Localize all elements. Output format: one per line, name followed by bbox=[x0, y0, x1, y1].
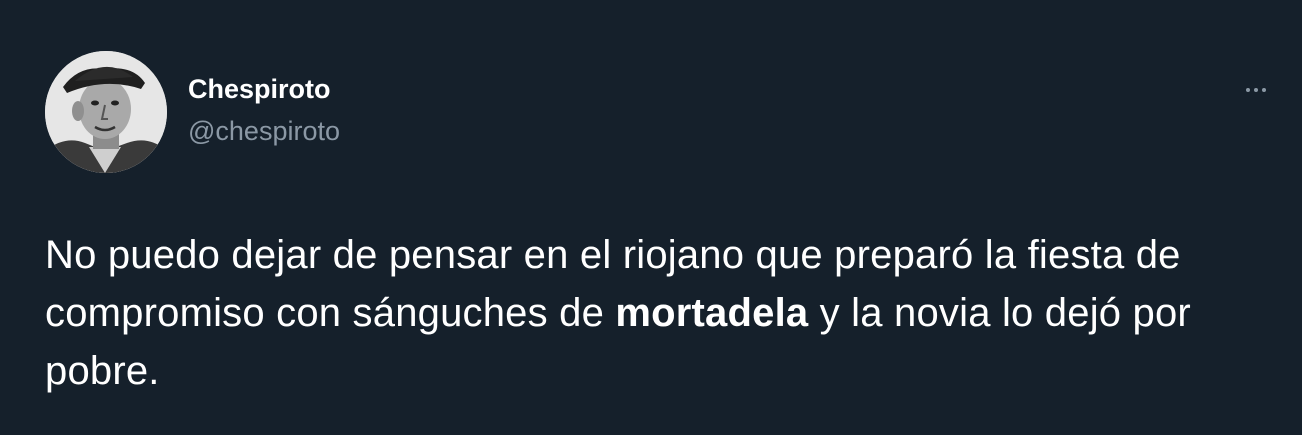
tweet-text: No puedo dejar de pensar en el riojano q… bbox=[45, 226, 1285, 400]
more-options-button[interactable] bbox=[1238, 78, 1274, 102]
tweet-card: Chespiroto @chespiroto No puedo dejar de… bbox=[0, 0, 1302, 435]
display-name[interactable]: Chespiroto bbox=[188, 72, 331, 106]
more-horizontal-icon-dot bbox=[1254, 88, 1258, 92]
avatar-image bbox=[45, 51, 167, 173]
tweet-text-bold: mortadela bbox=[615, 291, 809, 335]
user-handle[interactable]: @chespiroto bbox=[188, 114, 340, 148]
more-horizontal-icon-dot bbox=[1262, 88, 1266, 92]
avatar[interactable] bbox=[45, 51, 167, 173]
more-horizontal-icon bbox=[1246, 88, 1250, 92]
